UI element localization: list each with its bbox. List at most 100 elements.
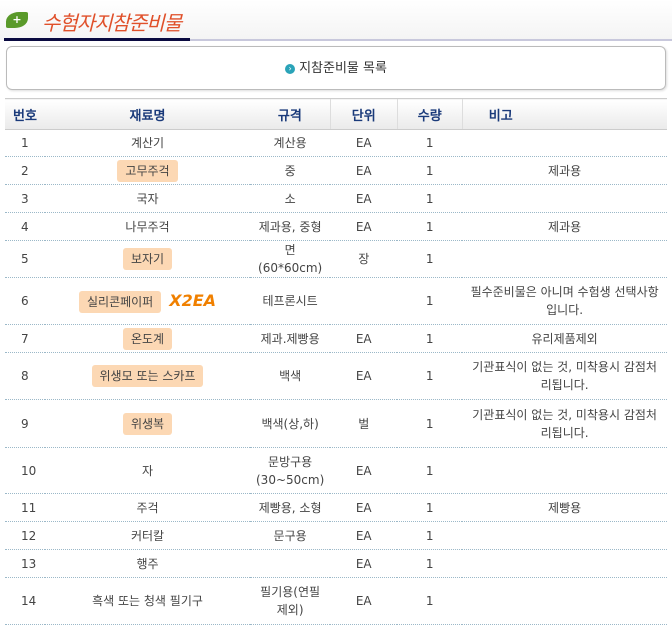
row-number: 14: [5, 577, 45, 625]
row-number: 1: [5, 129, 45, 157]
row-name: 흑색 또는 청색 필기구: [92, 594, 203, 608]
row-number: 10: [5, 447, 45, 494]
row-name-cell: 주걱: [45, 493, 250, 522]
row-unit: EA: [330, 493, 398, 522]
row-number: 5: [5, 240, 45, 278]
row-name-cell: 실리콘페이퍼 X2EA: [45, 277, 250, 325]
row-number: 12: [5, 521, 45, 550]
row-number: 3: [5, 184, 45, 213]
row-qty: 1: [397, 549, 463, 578]
row-name-cell: 행주: [45, 549, 250, 578]
table-row: 4 나무주걱 제과용, 중형 EA 1 제과용: [5, 212, 667, 241]
row-qty: 1: [397, 447, 463, 494]
row-spec: 제과용, 중형: [250, 212, 331, 241]
list-title: 지참준비물 목록: [299, 61, 387, 76]
row-spec: [250, 549, 331, 578]
row-spec: 필기용(연필제외): [250, 577, 331, 625]
row-number: 8: [5, 352, 45, 400]
table-row: 12 커터칼 문구용 EA 1: [5, 521, 667, 550]
row-unit: EA: [330, 129, 398, 157]
title-underline: [4, 38, 190, 41]
supplies-table: 번호 재료명 규격 단위 수량 비고 1 계산기 계산용 EA 1 2 고무주걱 중 EA 1 제과…: [5, 98, 667, 625]
row-unit: EA: [330, 577, 398, 625]
row-spec: 백색: [250, 352, 331, 400]
row-name-annotation: X2EA: [169, 290, 217, 310]
table-row: 3 국자 소 EA 1: [5, 184, 667, 213]
row-number: 2: [5, 156, 45, 185]
row-name: 위생복: [122, 412, 173, 435]
row-qty: 1: [397, 521, 463, 550]
row-name: 온도계: [122, 327, 173, 350]
row-unit: 벌: [330, 399, 398, 448]
row-note: 기관표식이 없는 것, 미착용시 감점처리됩니다.: [462, 399, 667, 448]
row-name-cell: 계산기: [45, 129, 250, 157]
row-name-cell: 고무주걱: [45, 156, 250, 185]
row-note: 제빵용: [462, 493, 667, 522]
row-qty: 1: [397, 577, 463, 625]
row-name-cell: 흑색 또는 청색 필기구: [45, 577, 250, 625]
row-spec: 테프론시트: [250, 277, 331, 325]
row-name-cell: 자: [45, 447, 250, 494]
table-row: 5 보자기 면(60*60cm) 장 1: [5, 240, 667, 278]
table-row: 14 흑색 또는 청색 필기구 필기용(연필제외) EA 1: [5, 577, 667, 625]
table-row: 9 위생복 백색(상,하) 벌 1 기관표식이 없는 것, 미착용시 감점처리됩니다.: [5, 399, 667, 448]
row-spec: 계산용: [250, 129, 331, 157]
row-unit: EA: [330, 324, 398, 353]
row-unit: 장: [330, 240, 398, 278]
row-spec: 중: [250, 156, 331, 185]
col-spec: 규격: [250, 98, 331, 130]
row-name: 국자: [136, 191, 159, 206]
row-note: 제과용: [462, 156, 667, 185]
row-number: 13: [5, 549, 45, 578]
row-unit: EA: [330, 447, 398, 494]
row-name: 고무주걱: [117, 159, 178, 182]
row-unit: EA: [330, 184, 398, 213]
row-name-cell: 온도계: [45, 324, 250, 353]
row-note: [462, 240, 667, 278]
row-unit: EA: [330, 549, 398, 578]
row-name-cell: 위생복: [45, 399, 250, 448]
row-name-cell: 나무주걱: [45, 212, 250, 241]
row-unit: EA: [330, 156, 398, 185]
col-name: 재료명: [45, 98, 250, 130]
table-row: 8 위생모 또는 스카프 백색 EA 1 기관표식이 없는 것, 미착용시 감점처리됩니다…: [5, 352, 667, 400]
row-number: 6: [5, 277, 45, 325]
row-spec: 문방구용(30~50cm): [250, 447, 331, 494]
row-note: [462, 521, 667, 550]
col-qty: 수량: [396, 98, 463, 130]
row-name-cell: 커터칼: [45, 521, 250, 550]
table-row: 11 주걱 제빵용, 소형 EA 1 제빵용: [5, 493, 667, 522]
table-row: 1 계산기 계산용 EA 1: [5, 129, 667, 157]
row-qty: 1: [397, 240, 463, 278]
row-unit: [330, 277, 398, 325]
list-title-box: › 지참준비물 목록: [6, 46, 666, 90]
row-qty: 1: [397, 493, 463, 522]
row-name-cell: 위생모 또는 스카프: [45, 352, 250, 400]
row-note: 제과용: [462, 212, 667, 241]
table-row: 13 행주 EA 1: [5, 549, 667, 578]
row-note: [462, 447, 667, 494]
row-unit: EA: [330, 352, 398, 400]
row-name: 행주: [136, 556, 159, 571]
table-row: 2 고무주걱 중 EA 1 제과용: [5, 156, 667, 185]
row-number: 7: [5, 324, 45, 353]
row-note: 필수준비물은 아니며 수험생 선택사항입니다.: [462, 277, 667, 325]
row-spec: 면(60*60cm): [250, 240, 331, 278]
row-name: 나무주걱: [125, 219, 170, 234]
row-spec: 소: [250, 184, 331, 213]
row-qty: 1: [397, 212, 463, 241]
row-name-cell: 국자: [45, 184, 250, 213]
row-number: 11: [5, 493, 45, 522]
row-name: 계산기: [130, 136, 165, 150]
row-name: 커터칼: [130, 528, 165, 543]
row-name: 보자기: [122, 248, 173, 270]
table-row: 10 자 문방구용(30~50cm) EA 1: [5, 447, 667, 494]
row-qty: 1: [397, 129, 463, 157]
table-row: 6 실리콘페이퍼 X2EA 테프론시트 1 필수준비물은 아니며 수험생 선택사항입니다.: [5, 277, 667, 325]
col-unit: 단위: [329, 98, 398, 130]
leaf-plus-icon: +: [6, 12, 28, 28]
row-name-cell: 보자기: [45, 240, 250, 278]
bullet-arrow-icon: ›: [285, 63, 296, 74]
row-number: 4: [5, 212, 45, 241]
row-qty: 1: [397, 399, 463, 448]
